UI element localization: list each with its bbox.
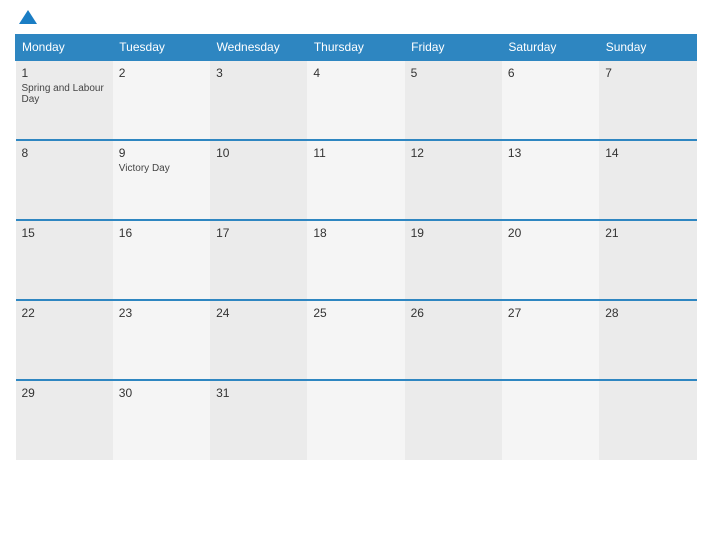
weekday-header-friday: Friday	[405, 35, 502, 61]
logo	[15, 10, 37, 26]
day-number: 31	[216, 386, 301, 400]
calendar-cell: 5	[405, 60, 502, 140]
day-number: 18	[313, 226, 398, 240]
day-number: 20	[508, 226, 593, 240]
calendar-cell: 18	[307, 220, 404, 300]
calendar-header	[15, 10, 697, 26]
day-number: 28	[605, 306, 690, 320]
calendar-cell: 11	[307, 140, 404, 220]
day-number: 1	[22, 66, 107, 80]
day-number: 25	[313, 306, 398, 320]
calendar-cell: 29	[16, 380, 113, 460]
day-number: 21	[605, 226, 690, 240]
calendar-cell: 4	[307, 60, 404, 140]
calendar-cell	[502, 380, 599, 460]
weekday-header-row: MondayTuesdayWednesdayThursdayFridaySatu…	[16, 35, 697, 61]
day-number: 15	[22, 226, 107, 240]
calendar-cell: 7	[599, 60, 696, 140]
calendar-cell	[405, 380, 502, 460]
day-number: 6	[508, 66, 593, 80]
calendar-cell: 17	[210, 220, 307, 300]
day-number: 30	[119, 386, 204, 400]
calendar-cell	[307, 380, 404, 460]
day-number: 29	[22, 386, 107, 400]
day-number: 5	[411, 66, 496, 80]
week-row-4: 22 23 24 25 26 27 28	[16, 300, 697, 380]
day-number: 9	[119, 146, 204, 160]
weekday-header-thursday: Thursday	[307, 35, 404, 61]
holiday-label: Spring and Labour Day	[22, 83, 107, 105]
calendar-cell: 25	[307, 300, 404, 380]
day-number: 26	[411, 306, 496, 320]
calendar-cell: 13	[502, 140, 599, 220]
weekday-header-wednesday: Wednesday	[210, 35, 307, 61]
day-number: 24	[216, 306, 301, 320]
weekday-header-saturday: Saturday	[502, 35, 599, 61]
week-row-3: 15 16 17 18 19 20 21	[16, 220, 697, 300]
day-number: 4	[313, 66, 398, 80]
calendar-cell: 16	[113, 220, 210, 300]
day-number: 19	[411, 226, 496, 240]
calendar-cell: 14	[599, 140, 696, 220]
day-number: 11	[313, 146, 398, 160]
day-number: 17	[216, 226, 301, 240]
day-number: 23	[119, 306, 204, 320]
calendar-cell: 3	[210, 60, 307, 140]
calendar-cell: 24	[210, 300, 307, 380]
logo-triangle-icon	[19, 10, 37, 24]
day-number: 16	[119, 226, 204, 240]
calendar-cell: 1 Spring and Labour Day	[16, 60, 113, 140]
day-number: 7	[605, 66, 690, 80]
weekday-header-sunday: Sunday	[599, 35, 696, 61]
weekday-header-tuesday: Tuesday	[113, 35, 210, 61]
day-number: 12	[411, 146, 496, 160]
calendar-cell: 8	[16, 140, 113, 220]
day-number: 8	[22, 146, 107, 160]
day-number: 13	[508, 146, 593, 160]
week-row-2: 89 Victory Day 10 11 12 13 14	[16, 140, 697, 220]
calendar-cell: 26	[405, 300, 502, 380]
calendar-cell: 31	[210, 380, 307, 460]
calendar-cell: 21	[599, 220, 696, 300]
week-row-5: 29 30 31	[16, 380, 697, 460]
calendar-cell	[599, 380, 696, 460]
weekday-header-monday: Monday	[16, 35, 113, 61]
day-number: 14	[605, 146, 690, 160]
holiday-label: Victory Day	[119, 163, 204, 174]
day-number: 27	[508, 306, 593, 320]
day-number: 22	[22, 306, 107, 320]
calendar-cell: 2	[113, 60, 210, 140]
calendar-container: MondayTuesdayWednesdayThursdayFridaySatu…	[0, 0, 712, 550]
calendar-table: MondayTuesdayWednesdayThursdayFridaySatu…	[15, 34, 697, 460]
week-row-1: 1 Spring and Labour Day 234567	[16, 60, 697, 140]
day-number: 2	[119, 66, 204, 80]
day-number: 3	[216, 66, 301, 80]
day-number: 10	[216, 146, 301, 160]
calendar-cell: 23	[113, 300, 210, 380]
calendar-cell: 20	[502, 220, 599, 300]
calendar-cell: 10	[210, 140, 307, 220]
calendar-cell: 12	[405, 140, 502, 220]
calendar-cell: 30	[113, 380, 210, 460]
calendar-cell: 9 Victory Day	[113, 140, 210, 220]
calendar-cell: 6	[502, 60, 599, 140]
calendar-cell: 27	[502, 300, 599, 380]
calendar-cell: 22	[16, 300, 113, 380]
calendar-cell: 19	[405, 220, 502, 300]
calendar-cell: 15	[16, 220, 113, 300]
calendar-cell: 28	[599, 300, 696, 380]
